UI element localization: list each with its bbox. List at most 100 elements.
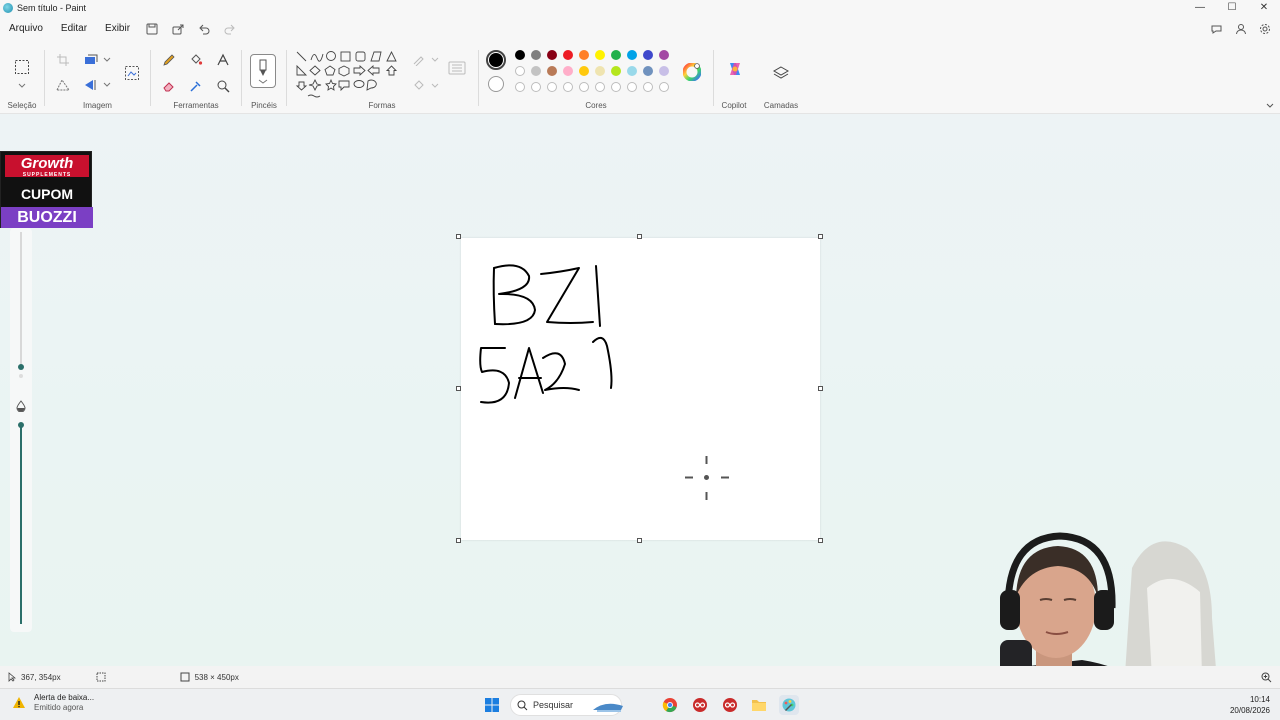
chevron-down-icon[interactable] [99,52,115,68]
color-swatch[interactable] [563,66,573,76]
layers-icon[interactable] [772,64,790,82]
resize-handle[interactable] [818,386,823,391]
crop-icon[interactable] [55,52,71,68]
system-clock[interactable]: 10:14 20/08/2026 [1230,694,1270,716]
color-swatch[interactable] [643,66,653,76]
resize-handle[interactable] [456,538,461,543]
promo-coupon-code: BUOZZI [1,207,93,228]
menu-exibir[interactable]: Exibir [96,16,139,42]
custom-color-slot[interactable] [515,82,525,92]
color-swatch[interactable] [627,66,637,76]
file-explorer-icon[interactable] [749,695,769,715]
undo-icon[interactable] [191,19,217,39]
color-swatch[interactable] [611,66,621,76]
selection-size-icon [95,671,107,683]
color-swatch[interactable] [547,50,557,60]
windows-start-icon[interactable] [482,695,502,715]
pencil-icon[interactable] [161,52,177,68]
chevron-down-icon[interactable] [427,78,443,94]
background-remove-icon[interactable] [55,77,71,93]
color-swatch[interactable] [659,50,669,60]
primary-color[interactable] [486,50,506,70]
close-button[interactable]: ✕ [1248,0,1280,16]
color-swatch[interactable] [515,50,525,60]
save-icon[interactable] [139,19,165,39]
minimize-button[interactable]: — [1184,0,1216,16]
color-swatch[interactable] [579,50,589,60]
ribbon-collapse-chevron-icon[interactable] [1262,98,1278,114]
resize-handle[interactable] [818,538,823,543]
opacity-slider-thumb[interactable] [18,422,24,428]
resize-handle[interactable] [456,234,461,239]
custom-color-slot[interactable] [611,82,621,92]
notification[interactable]: Alerta de baixa... Emitido agora [12,693,94,713]
promo-banner: Growth SUPPLEMENTS CUPOM BUOZZI [0,151,93,228]
custom-color-slot[interactable] [531,82,541,92]
paint-taskbar-icon[interactable] [779,695,799,715]
eraser-icon[interactable] [161,78,177,94]
custom-color-slot[interactable] [547,82,557,92]
custom-color-slot[interactable] [579,82,589,92]
color-swatch[interactable] [531,50,541,60]
size-slider-thumb[interactable] [18,364,24,370]
resize-handle[interactable] [456,386,461,391]
custom-color-slot[interactable] [659,82,669,92]
custom-color-slot[interactable] [595,82,605,92]
magnifier-icon[interactable] [215,78,231,94]
color-swatch[interactable] [547,66,557,76]
copilot-icon[interactable] [726,60,744,78]
selection-rect-icon[interactable] [13,58,31,76]
edit-colors-icon[interactable] [682,62,702,82]
chevron-down-icon[interactable] [14,78,30,94]
account-icon[interactable] [1232,20,1250,38]
color-swatch[interactable] [515,66,525,76]
brush-icon[interactable] [250,54,276,88]
status-bar: 367, 354px 538 × 450px [0,666,1280,688]
color-swatch[interactable] [563,50,573,60]
chevron-down-icon[interactable] [99,77,115,93]
menu-editar[interactable]: Editar [52,16,96,42]
secondary-color[interactable] [488,76,504,92]
search-icon [517,700,528,711]
color-swatch[interactable] [659,66,669,76]
drawing-canvas[interactable] [461,238,820,540]
image-group: Imagem [45,42,150,114]
custom-color-slot[interactable] [643,82,653,92]
size-slider-track[interactable] [20,232,22,366]
resize-icon[interactable] [83,52,99,68]
color-swatch[interactable] [531,66,541,76]
custom-color-slot[interactable] [627,82,637,92]
menu-arquivo[interactable]: Arquivo [0,16,52,42]
redo-icon[interactable] [217,19,243,39]
custom-color-slot[interactable] [563,82,573,92]
fill-bucket-icon[interactable] [188,52,204,68]
rotate-icon[interactable] [83,77,99,93]
color-swatch[interactable] [627,50,637,60]
maximize-button[interactable]: ☐ [1216,0,1248,16]
image-select-icon[interactable] [123,64,141,82]
resize-handle[interactable] [818,234,823,239]
chevron-down-icon[interactable] [427,52,443,68]
color-swatch[interactable] [595,50,605,60]
color-swatch[interactable] [579,66,589,76]
zoom-in-icon[interactable] [1259,670,1273,684]
text-tool-icon[interactable] [215,52,231,68]
resize-handle[interactable] [637,538,642,543]
taskbar-search[interactable]: Pesquisar [510,694,623,716]
color-swatch[interactable] [643,50,653,60]
stroke-size-icon[interactable] [447,60,467,76]
color-swatch[interactable] [595,66,605,76]
feedback-icon[interactable] [1208,20,1226,38]
chrome-icon[interactable] [660,695,680,715]
settings-gear-icon[interactable] [1256,20,1274,38]
color-picker-icon[interactable] [188,78,204,94]
opacity-slider-track[interactable] [20,424,22,624]
app-red-icon[interactable] [690,695,710,715]
outline-icon[interactable] [411,52,427,68]
app-red-icon-2[interactable] [720,695,740,715]
shapes-gallery-icon[interactable] [295,50,399,100]
resize-handle[interactable] [637,234,642,239]
fill-icon[interactable] [411,78,427,94]
share-icon[interactable] [165,19,191,39]
color-swatch[interactable] [611,50,621,60]
